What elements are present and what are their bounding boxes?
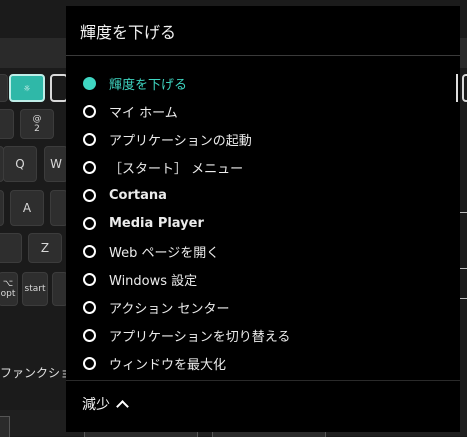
option-list: 輝度を下げる マイ ホーム アプリケーションの起動 ［スタート］ メニュー Co… [66,69,460,377]
radio-icon [83,328,96,342]
option-label: ウィンドウを最大化 [109,357,227,373]
key-start-label: start [24,284,46,294]
option-launch-application[interactable]: アプリケーションの起動 [66,125,460,153]
key-2-label: 2 [34,124,40,134]
radio-icon [83,160,96,174]
option-my-home[interactable]: マイ ホーム [66,97,460,125]
option-label: Windows 設定 [109,273,198,289]
key-start[interactable]: start [22,272,48,306]
key-w[interactable]: W [44,146,68,182]
option-cortana[interactable]: Cortana [66,181,460,209]
option-open-web-page[interactable]: Web ページを開く [66,237,460,265]
option-label: 輝度を下げる [109,77,188,93]
key-a[interactable]: A [10,190,44,226]
divider [66,380,460,381]
radio-selected-icon [83,76,96,90]
key-q[interactable]: Q [3,146,37,182]
key-a-label: A [22,201,32,215]
option-label: アプリケーションを切り替える [109,329,291,345]
option-label: Web ページを開く [109,245,220,261]
radio-icon [83,272,96,286]
dropdown-title: 輝度を下げる [80,22,177,42]
brightness-icon: ☼ [23,83,31,93]
option-label: Cortana [109,187,167,203]
option-brightness-down[interactable]: 輝度を下げる [66,69,460,97]
action-dropdown-panel: 輝度を下げる 輝度を下げる マイ ホーム アプリケーションの起動 ［スタート］ … [66,6,460,432]
option-label: アプリケーションの起動 [109,133,252,149]
option-action-center[interactable]: アクション センター [66,293,460,321]
key-right-edge[interactable] [462,74,467,102]
chevron-up-icon [116,399,129,413]
radio-icon [83,188,96,202]
key-2-shift-label: @ [32,114,42,124]
key-opt-label: opt [0,289,16,299]
key-brightness-down[interactable]: ☼ [9,74,45,102]
option-label: ［スタート］ メニュー [109,161,244,177]
show-less-button[interactable]: 減少 [82,392,129,416]
option-label: マイ ホーム [109,105,178,121]
bottom-button-left[interactable] [0,416,10,437]
show-less-label: 減少 [82,397,110,413]
radio-icon [83,356,96,370]
key-tab-edge[interactable] [0,109,14,139]
key-opt-symbol: ⌥ [2,279,14,289]
radio-icon [83,104,96,118]
radio-icon [83,216,96,230]
option-maximize-window[interactable]: ウィンドウを最大化 [66,349,460,377]
radio-icon [83,244,96,258]
option-switch-application[interactable]: アプリケーションを切り替える [66,321,460,349]
radio-icon [83,132,96,146]
key-fn-left[interactable] [0,74,8,102]
option-media-player[interactable]: Media Player [66,209,460,237]
key-opt[interactable]: ⌥ opt [0,272,18,306]
option-start-menu[interactable]: ［スタート］ メニュー [66,153,460,181]
option-windows-settings[interactable]: Windows 設定 [66,265,460,293]
key-caps[interactable] [0,190,4,226]
dropdown-header[interactable]: 輝度を下げる [66,6,460,56]
key-w-label: W [50,157,62,171]
key-z-label: Z [40,241,50,255]
radio-icon [83,300,96,314]
option-label: アクション センター [109,301,230,317]
key-shift[interactable] [0,233,22,263]
key-2[interactable]: @2 [20,109,54,139]
key-z[interactable]: Z [28,233,62,263]
option-label: Media Player [109,215,204,231]
key-q-label: Q [15,157,25,171]
